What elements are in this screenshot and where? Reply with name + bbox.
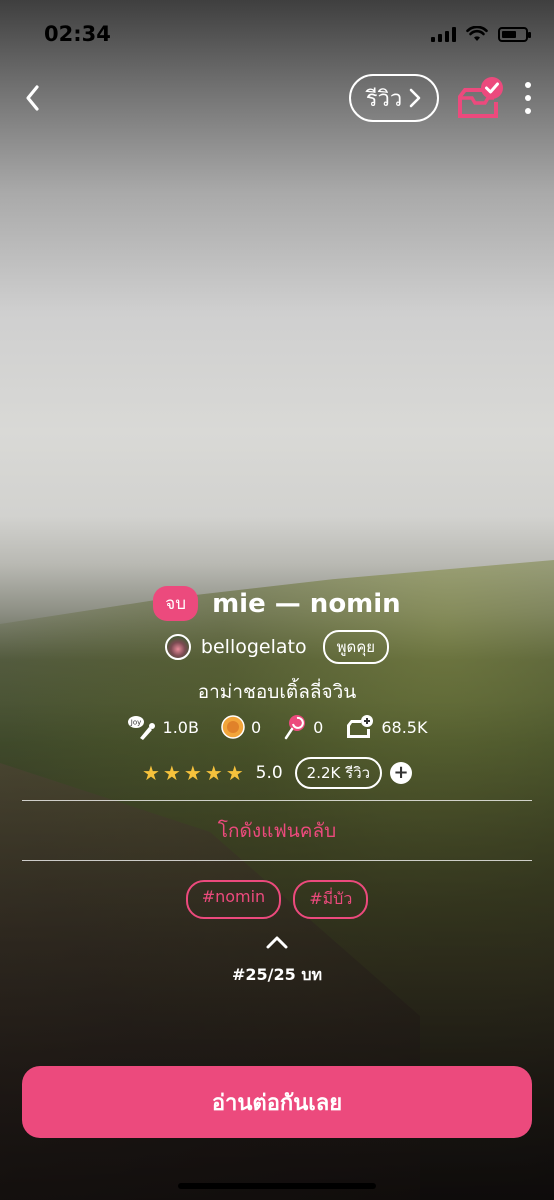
- candy-count: 0: [313, 717, 324, 737]
- coin-icon: [221, 715, 245, 739]
- more-dot: [525, 95, 531, 101]
- more-dot: [525, 108, 531, 114]
- star-icon: ★: [141, 761, 160, 785]
- chevron-up-icon[interactable]: [265, 934, 289, 950]
- tag-chip[interactable]: #มี่บัว: [293, 880, 369, 919]
- star-icon: ★: [183, 761, 202, 785]
- shelf-add-icon: [347, 715, 374, 738]
- more-dot: [525, 82, 531, 88]
- review-button-label: รีวิว: [365, 86, 403, 112]
- status-bar: 02:34: [0, 0, 554, 70]
- rating-value: 5.0: [255, 763, 283, 783]
- chapter-progress: #25/25 บท: [231, 965, 323, 984]
- completed-badge: จบ: [153, 586, 199, 621]
- candy-icon: [284, 715, 306, 740]
- story-stats: Joy 1.0B 0 0 68.5K: [0, 714, 554, 740]
- battery-icon: [498, 26, 531, 42]
- tag-chip[interactable]: #nomin: [185, 880, 282, 919]
- svg-text:Joy: Joy: [129, 719, 141, 727]
- shelf-stat: 68.5K: [345, 715, 427, 739]
- divider-bottom: [22, 860, 532, 861]
- views-count: 1.0B: [162, 717, 199, 737]
- divider-top: [22, 800, 532, 801]
- fanclub-link[interactable]: โกดังแฟนคลับ: [0, 816, 554, 846]
- star-icon: ★: [225, 761, 244, 785]
- story-title: mie — nomin: [212, 588, 401, 619]
- chevron-left-icon: [26, 85, 39, 111]
- story-description: อาม่าชอบเติ้ลลี่จวิน: [197, 681, 357, 703]
- status-icons: [431, 26, 531, 42]
- shelf-count: 68.5K: [381, 717, 428, 737]
- tag-list: #nomin #มี่บัว: [0, 880, 554, 919]
- shelf-added-icon: [458, 77, 503, 118]
- story-title-row: จบ mie — nomin: [0, 586, 554, 621]
- rating-row: ★ ★ ★ ★ ★ 5.0 2.2K รีวิว +: [0, 757, 554, 789]
- author-name[interactable]: bellogelato: [201, 636, 307, 658]
- wifi-icon: [466, 26, 488, 41]
- add-review-icon[interactable]: +: [390, 762, 413, 784]
- chat-button[interactable]: พูดคุย: [322, 630, 390, 664]
- coins-count: 0: [250, 717, 262, 737]
- more-options-button[interactable]: [518, 82, 538, 114]
- continue-reading-button[interactable]: อ่านต่อกันเลย: [22, 1066, 532, 1138]
- chevron-right-icon: [409, 88, 421, 108]
- review-button[interactable]: รีวิว: [349, 74, 439, 122]
- add-to-shelf-button[interactable]: [454, 76, 506, 122]
- signal-icon: [431, 26, 456, 42]
- star-icon: ★: [162, 761, 181, 785]
- views-icon: Joy: [127, 716, 155, 740]
- star-icon: ★: [204, 761, 223, 785]
- status-time: 02:34: [44, 22, 111, 46]
- candy-stat: 0: [283, 714, 323, 740]
- coins-stat: 0: [221, 715, 261, 739]
- author-row: bellogelato พูดคุย: [0, 630, 554, 664]
- review-count-button[interactable]: 2.2K รีวิว: [294, 757, 383, 789]
- star-rating: ★ ★ ★ ★ ★: [142, 763, 244, 783]
- author-avatar[interactable]: [164, 634, 191, 660]
- back-button[interactable]: [18, 80, 50, 116]
- views-stat: Joy 1.0B: [127, 714, 199, 740]
- home-indicator[interactable]: [178, 1183, 376, 1189]
